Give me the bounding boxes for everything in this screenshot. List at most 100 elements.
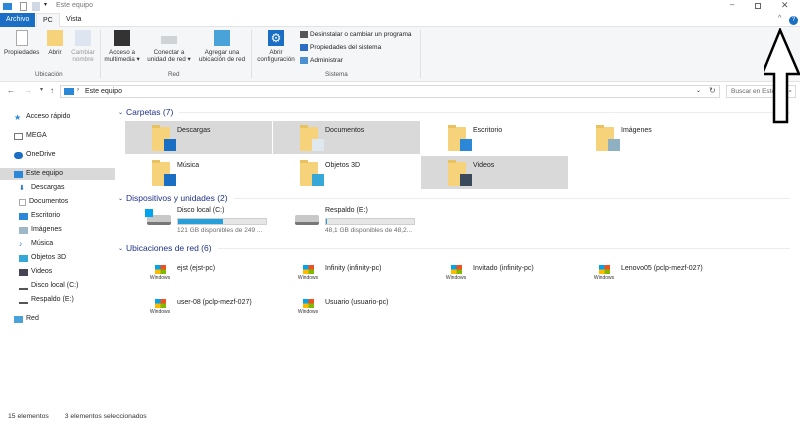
open-settings-button[interactable]: ⚙ Abrir configuración [254,30,298,63]
chevron-down-icon: ⌄ [118,245,124,252]
windows-media-player-icon: Windows [295,299,321,321]
disk-usage-bar [325,218,415,225]
sidebar-item-red[interactable]: Red [0,313,115,325]
media-access-button[interactable]: Acceso a multimedia ▾ [104,30,140,63]
sidebar-item-respaldo[interactable]: Respaldo (E:) [0,294,115,306]
disk-usage-bar [177,218,267,225]
system-properties-button[interactable]: Propiedades del sistema [300,44,381,51]
folder-icon [300,125,324,151]
refresh-button[interactable]: ↻ [709,86,716,95]
drive-tile[interactable]: Disco local (C:) 121 GB disponibles de 24… [125,204,272,237]
cloud-icon [14,151,23,159]
folder-tile[interactable]: Objetos 3D [273,156,420,189]
sidebar-item-imagenes[interactable]: Imágenes [0,224,115,236]
folder-tile[interactable]: Videos [421,156,568,189]
folder-icon [448,160,472,186]
star-icon: ★ [14,112,22,122]
forward-button[interactable]: → [24,86,32,95]
sidebar-item-descargas[interactable]: ⬇ Descargas [0,182,115,194]
uninstall-program-button[interactable]: Desinstalar o cambiar un programa [300,31,412,38]
ribbon: Propiedades Abrir Cambiar nombre Ubicaci… [0,27,800,82]
network-location-tile[interactable]: Windows Infinity (infinity-pc) [273,262,420,295]
folder-tile[interactable]: Escritorio [421,121,568,154]
up-button[interactable]: ↑ [50,86,54,95]
sidebar-item-mega[interactable]: MEGA [0,130,115,142]
windows-media-player-icon: Windows [591,265,617,287]
sidebar-item-musica[interactable]: ♪ Música [0,238,115,250]
properties-quick-icon[interactable] [20,2,27,11]
section-header-red[interactable]: ⌄ Ubicaciones de red (6) [118,243,790,253]
properties-button[interactable]: Propiedades [4,30,39,56]
cube-icon [19,254,28,262]
network-location-tile[interactable]: Windows Usuario (usuario-pc) [273,296,420,329]
drive-icon [19,283,28,290]
recent-locations-button[interactable]: ▾ [40,86,43,93]
ribbon-tabs: Archivo PC Vista ^ ? [0,13,800,27]
section-header-carpetas[interactable]: ⌄ Carpetas (7) [118,107,790,117]
sidebar-item-acceso-rapido[interactable]: ★ Acceso rápido [0,111,115,123]
maximize-button[interactable] [755,3,761,9]
customize-toolbar-icon[interactable]: ▾ [44,1,47,8]
network-location-tile[interactable]: Windows Lenovo05 (pclp-mezf-027) [569,262,716,295]
sidebar-item-documentos[interactable]: Documentos [0,196,115,208]
network-location-tile[interactable]: Windows Invitado (infinity-pc) [421,262,568,295]
media-server-icon [114,30,130,46]
folder-icon [448,125,472,151]
section-header-dispositivos[interactable]: ⌄ Dispositivos y unidades (2) [118,193,790,203]
drive-icon [295,215,319,225]
mega-icon [14,132,23,140]
new-folder-quick-icon[interactable] [32,2,40,11]
manage-button[interactable]: Administrar [300,57,343,64]
minimize-button[interactable]: – [730,0,734,9]
help-icon[interactable]: ? [789,16,798,25]
sidebar-item-escritorio[interactable]: Escritorio [0,210,115,222]
windows-media-player-icon: Windows [443,265,469,287]
folder-tile[interactable]: Documentos [273,121,420,154]
status-bar: 15 elementos 3 elementos seleccionados [8,413,147,420]
folder-tile[interactable]: Descargas [125,121,272,154]
folder-tile[interactable]: Música [125,156,272,189]
sidebar-item-onedrive[interactable]: OneDrive [0,149,115,161]
drive-tile[interactable]: Respaldo (E:) 48,1 GB disponibles de 48,2… [273,204,420,237]
collapse-ribbon-button[interactable]: ^ [778,15,781,22]
folder-icon [152,125,176,151]
network-location-tile[interactable]: Windows user-08 (pclp-mezf-027) [125,296,272,329]
item-count: 15 elementos [8,413,49,420]
sidebar-item-objetos-3d[interactable]: Objetos 3D [0,252,115,264]
uninstall-icon [300,31,308,38]
folder-badge-icon [460,139,472,151]
add-network-location-button[interactable]: Agregar una ubicación de red [198,30,246,63]
tab-vista[interactable]: Vista [60,13,87,27]
folder-tile[interactable]: Imágenes [569,121,716,154]
sidebar-item-videos[interactable]: Videos [0,266,115,278]
computer-icon [14,170,23,178]
sidebar-item-disco-local[interactable]: Disco local (C:) [0,280,115,292]
folder-badge-icon [312,139,324,151]
folder-icon [300,160,324,186]
drive-icon [145,209,171,225]
rename-button[interactable]: Cambiar nombre [69,30,97,63]
close-button[interactable]: ✕ [781,0,789,11]
group-label-red: Red [168,71,180,78]
open-button[interactable]: Abrir [47,30,63,56]
network-location-tile[interactable]: Windows ejst (ejst-pc) [125,262,272,295]
address-bar[interactable]: › Este equipo ⌄ ↻ [60,85,720,98]
map-network-drive-button[interactable]: Conectar a unidad de red ▾ [144,30,194,63]
windows-media-player-icon: Windows [147,265,173,287]
back-button[interactable]: ← [7,86,15,95]
tab-archivo[interactable]: Archivo [0,13,36,27]
address-dropdown-button[interactable]: ⌄ [696,87,701,94]
tab-pc[interactable]: PC [36,13,60,27]
network-icon [14,315,23,323]
network-location-icon [214,30,230,46]
selected-count: 3 elementos seleccionados [64,413,147,420]
document-icon [19,198,26,206]
manage-icon [300,57,308,64]
music-icon: ♪ [19,240,23,248]
sidebar-item-este-equipo[interactable]: Este equipo [0,168,115,180]
computer-icon [3,3,12,10]
system-properties-icon [300,44,308,51]
folder-badge-icon [164,174,176,186]
navigation-pane: ★ Acceso rápido MEGA OneDrive Este equipo… [0,104,115,414]
windows-media-player-icon: Windows [295,265,321,287]
